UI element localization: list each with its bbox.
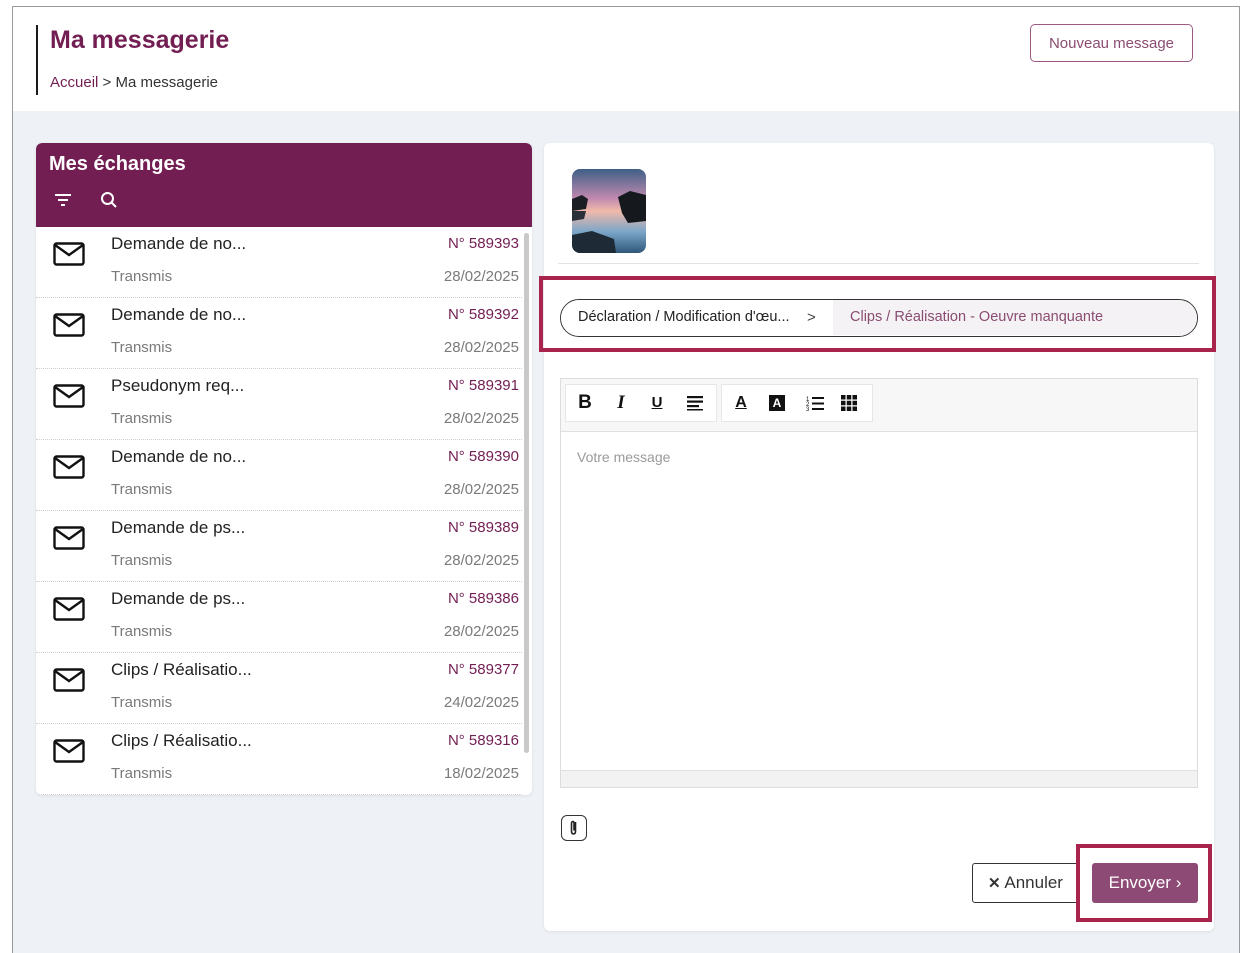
paperclip-icon — [570, 820, 577, 835]
conversation-number: N° 589391 — [447, 377, 519, 394]
page-header: Ma messagerie Accueil > Ma messagerie No… — [13, 7, 1239, 111]
conversation-date: 28/02/2025 — [443, 268, 519, 285]
attach-file-button[interactable] — [561, 815, 587, 841]
conversation-number: N° 589393 — [447, 235, 519, 252]
conversation-row[interactable]: Demande de no... N° 589393 Transmis 28/02/2… — [36, 227, 522, 298]
mail-icon — [53, 739, 85, 763]
conversation-subject: Demande de ps... — [111, 589, 246, 608]
divider — [558, 263, 1199, 264]
conversation-number: N° 589316 — [447, 732, 519, 749]
conversation-number: N° 589377 — [447, 661, 519, 678]
conversation-row[interactable]: Demande de no... N° 589392 Transmis 28/02/2… — [36, 298, 522, 369]
chevron-right-icon: > — [807, 309, 816, 326]
bold-button[interactable]: B — [570, 385, 600, 421]
cancel-label: Annuler — [1004, 873, 1063, 892]
conversation-date: 28/02/2025 — [443, 410, 519, 427]
conversation-subject: Demande de ps... — [111, 518, 246, 537]
title-accent-line — [36, 25, 38, 95]
conversations-panel: Mes échanges Demande de no... N° 589393 Tr… — [36, 143, 532, 795]
conversations-title: Mes échanges — [49, 153, 186, 175]
conversation-row[interactable]: Demande de ps... N° 589389 Transmis 28/02/2… — [36, 511, 522, 582]
ordered-list-icon[interactable]: 1 2 3 — [806, 395, 824, 412]
conversation-status: Transmis — [111, 765, 173, 782]
message-textarea[interactable]: Votre message — [561, 431, 1197, 771]
conversation-date: 28/02/2025 — [443, 481, 519, 498]
background-color-button[interactable]: A — [762, 385, 792, 421]
conversation-number: N° 589386 — [447, 590, 519, 607]
mail-icon — [53, 384, 85, 408]
mail-icon — [53, 242, 85, 266]
conversation-number: N° 589390 — [447, 448, 519, 465]
conversation-subject: Demande de no... — [111, 447, 247, 466]
conversation-scrollbar[interactable] — [524, 233, 529, 753]
editor-status-bar — [561, 770, 1197, 787]
conversation-number: N° 589389 — [447, 519, 519, 536]
underline-button[interactable]: U — [642, 385, 672, 421]
compose-panel: Déclaration / Modification d'œu... > Cli… — [539, 143, 1216, 931]
table-icon[interactable] — [840, 394, 858, 412]
search-icon[interactable] — [99, 190, 119, 210]
conversation-row[interactable]: Demande de no... N° 589390 Transmis 28/02/2… — [36, 440, 522, 511]
conversation-date: 28/02/2025 — [443, 623, 519, 640]
conversation-subject: Demande de no... — [111, 305, 247, 324]
mail-icon — [53, 455, 85, 479]
breadcrumb-separator: > — [102, 74, 112, 91]
conversation-row[interactable]: Clips / Réalisatio... N° 589377 Transmis 24… — [36, 653, 522, 724]
send-button[interactable]: Envoyer › — [1092, 863, 1198, 903]
avatar — [572, 169, 646, 253]
italic-button[interactable]: I — [606, 385, 636, 421]
conversation-date: 24/02/2025 — [443, 694, 519, 711]
conversation-status: Transmis — [111, 623, 173, 640]
editor-toolbar: B I U A A 1 2 3 — [561, 379, 1197, 432]
conversation-subject: Demande de no... — [111, 234, 247, 253]
mail-icon — [53, 313, 85, 337]
mail-icon — [53, 668, 85, 692]
conversation-subject: Pseudonym req... — [111, 376, 245, 395]
new-message-button[interactable]: Nouveau message — [1030, 24, 1193, 62]
conversation-date: 18/02/2025 — [443, 765, 519, 782]
filter-icon[interactable] — [53, 190, 73, 210]
conversation-subject: Clips / Réalisatio... — [111, 731, 252, 750]
conversation-status: Transmis — [111, 410, 173, 427]
toolbar-group-format: B I U — [565, 384, 717, 422]
align-left-icon[interactable] — [686, 395, 704, 411]
close-icon: ✕ — [988, 875, 1001, 892]
svg-text:3: 3 — [806, 407, 810, 412]
conversation-row[interactable]: Clips / Réalisatio... N° 589316 Transmis 18… — [36, 724, 522, 795]
conversation-status: Transmis — [111, 268, 173, 285]
mail-icon — [53, 526, 85, 550]
conversation-status: Transmis — [111, 339, 173, 356]
category-second-level[interactable]: Clips / Réalisation - Oeuvre manquante — [833, 300, 1197, 335]
category-path: Déclaration / Modification d'œu... > Cli… — [560, 299, 1198, 337]
conversation-status: Transmis — [111, 552, 173, 569]
conversations-header: Mes échanges — [36, 143, 532, 227]
category-first-level[interactable]: Déclaration / Modification d'œu... — [561, 300, 833, 335]
conversation-subject: Clips / Réalisatio... — [111, 660, 252, 679]
conversation-number: N° 589392 — [447, 306, 519, 323]
send-label: Envoyer — [1108, 873, 1171, 892]
breadcrumb-current: Ma messagerie — [115, 74, 219, 91]
conversation-status: Transmis — [111, 694, 173, 711]
conversation-date: 28/02/2025 — [443, 552, 519, 569]
conversation-row[interactable]: Pseudonym req... N° 589391 Transmis 28/02/2… — [36, 369, 522, 440]
mail-icon — [53, 597, 85, 621]
font-color-button[interactable]: A — [726, 385, 756, 421]
breadcrumb-home-link[interactable]: Accueil — [50, 74, 98, 91]
page-title: Ma messagerie — [50, 26, 230, 54]
breadcrumb: Accueil > Ma messagerie — [50, 74, 218, 91]
conversation-date: 28/02/2025 — [443, 339, 519, 356]
cancel-button[interactable]: ✕ Annuler — [972, 863, 1079, 903]
conversation-row[interactable]: Demande de ps... N° 589386 Transmis 28/02/2… — [36, 582, 522, 653]
message-editor: B I U A A 1 2 3 Votre message — [560, 378, 1198, 788]
conversation-list: Demande de no... N° 589393 Transmis 28/02/2… — [36, 227, 522, 795]
toolbar-group-insert: A A 1 2 3 — [721, 384, 873, 422]
app-frame: Ma messagerie Accueil > Ma messagerie No… — [12, 6, 1240, 953]
chevron-right-icon: › — [1175, 873, 1182, 892]
conversation-status: Transmis — [111, 481, 173, 498]
